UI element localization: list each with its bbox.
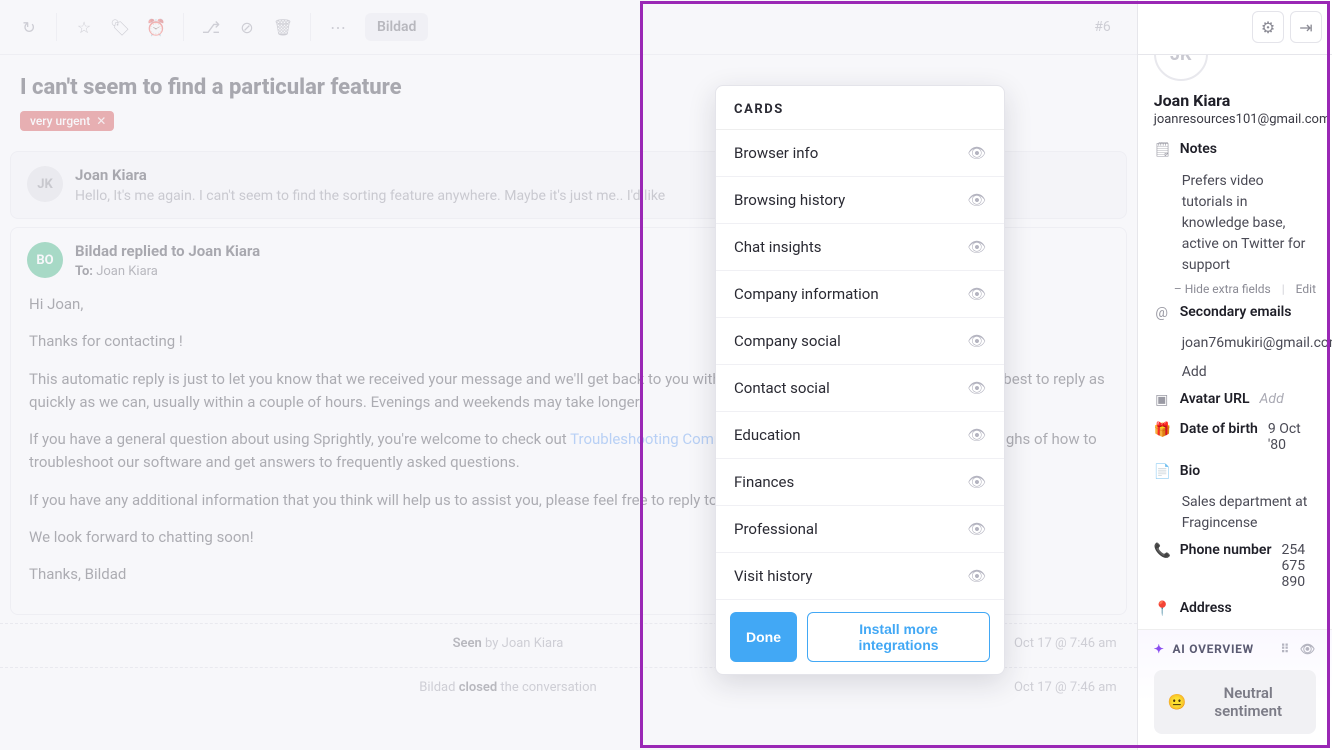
phone-label: Phone number — [1180, 542, 1272, 558]
reply-to-line: To: Joan Kiara — [75, 264, 260, 279]
secondary-emails-label: Secondary emails — [1180, 304, 1292, 320]
branch-icon[interactable]: ⎇ — [202, 18, 220, 36]
contact-email[interactable]: joanresources101@gmail.com — [1154, 112, 1316, 127]
cards-item[interactable]: Finances 👁 — [716, 459, 1004, 506]
eye-icon[interactable]: 👁 — [968, 238, 986, 256]
notes-value: Prefers video tutorials in knowledge bas… — [1182, 171, 1316, 276]
snooze-icon[interactable]: ⏰ — [147, 18, 165, 36]
cards-item-label: Browsing history — [734, 191, 845, 209]
install-integrations-button[interactable]: Install more integrations — [807, 612, 990, 662]
done-button[interactable]: Done — [730, 612, 797, 662]
ai-overview-title: AI OVERVIEW — [1172, 642, 1253, 656]
gift-icon: 🎁 — [1154, 421, 1170, 441]
cards-item[interactable]: Professional 👁 — [716, 506, 1004, 553]
expand-icon[interactable]: ⇥ — [1290, 11, 1322, 43]
contact-name: Joan Kiara — [1154, 91, 1316, 110]
reply-headline: Bildad replied to Joan Kiara — [75, 242, 260, 260]
star-icon[interactable]: ☆ — [75, 18, 93, 36]
eye-icon[interactable]: 👁 — [968, 332, 986, 350]
cards-item[interactable]: Chat insights 👁 — [716, 224, 1004, 271]
ticket-number: #6 — [1094, 19, 1111, 35]
address-label: Address — [1180, 600, 1232, 616]
eye-icon[interactable]: 👁 — [968, 473, 986, 491]
priority-tag-label: very urgent — [30, 114, 90, 128]
close-icon[interactable]: ✕ — [96, 114, 106, 128]
cards-item-label: Browser info — [734, 144, 818, 162]
eye-icon[interactable]: 👁 — [968, 426, 986, 444]
ai-overview-card: ✦ AI OVERVIEW ⠿ 👁 😐 Neutral sentiment — [1138, 629, 1332, 750]
notes-icon: 🗒 — [1154, 141, 1170, 161]
edit-contact[interactable]: Edit — [1296, 282, 1316, 296]
cards-item-label: Chat insights — [734, 238, 821, 256]
avatar: BO — [27, 242, 63, 278]
divider — [56, 13, 57, 41]
cards-item[interactable]: Browsing history 👁 — [716, 177, 1004, 224]
cards-item-label: Company social — [734, 332, 841, 350]
phone-value: 254 675 890 — [1282, 542, 1317, 590]
event-time: Oct 17 @ 7:46 am — [1014, 680, 1117, 695]
assignee-button[interactable]: Bildad — [365, 13, 428, 41]
image-icon: ▣ — [1154, 391, 1170, 411]
at-icon: @ — [1154, 304, 1170, 324]
divider — [310, 13, 311, 41]
cards-item[interactable]: Company social 👁 — [716, 318, 1004, 365]
cards-item[interactable]: Education 👁 — [716, 412, 1004, 459]
tag-icon[interactable]: 🏷 — [111, 18, 129, 36]
bio-value: Sales department at Fragincense — [1182, 492, 1316, 534]
contact-avatar: JK — [1154, 55, 1208, 81]
message-preview: Hello, It's me again. I can't seem to fi… — [75, 188, 665, 204]
cards-item-label: Visit history — [734, 567, 813, 585]
seen-time: Oct 17 @ 7:46 am — [1014, 636, 1117, 651]
dob-label: Date of birth — [1180, 421, 1258, 437]
notes-label: Notes — [1180, 141, 1217, 157]
sentiment-pill: 😐 Neutral sentiment — [1154, 670, 1316, 734]
eye-icon[interactable]: 👁 — [968, 144, 986, 162]
add-secondary-email[interactable]: Add — [1182, 364, 1207, 380]
trash-icon[interactable]: 🗑 — [274, 18, 292, 36]
cards-item-label: Professional — [734, 520, 818, 538]
conversation-toolbar: ↻ ☆ 🏷 ⏰ ⎇ ⊘ 🗑 ⋯ Bildad #6 — [0, 0, 1137, 55]
hide-extra-fields[interactable]: – Hide extra fields — [1174, 282, 1271, 296]
cards-item[interactable]: Company information 👁 — [716, 271, 1004, 318]
eye-icon[interactable]: 👁 — [968, 285, 986, 303]
hide-icon[interactable]: 👁 — [1300, 642, 1316, 656]
contact-sidebar: ⚙ ⇥ JK Joan Kiara joanresources101@gmail… — [1137, 0, 1332, 750]
sparkle-icon: ✦ — [1154, 642, 1165, 656]
cards-item-label: Contact social — [734, 379, 830, 397]
divider — [183, 13, 184, 41]
spam-icon[interactable]: ⊘ — [238, 18, 256, 36]
priority-tag[interactable]: very urgent ✕ — [20, 111, 114, 131]
drag-handle-icon[interactable]: ⠿ — [1281, 642, 1291, 656]
phone-icon: 📞 — [1154, 542, 1170, 562]
more-icon[interactable]: ⋯ — [329, 18, 347, 36]
eye-icon[interactable]: 👁 — [968, 191, 986, 209]
cards-modal-title: CARDS — [716, 86, 1004, 130]
bio-label: Bio — [1180, 463, 1200, 479]
eye-icon[interactable]: 👁 — [968, 379, 986, 397]
avatar: JK — [27, 166, 63, 202]
secondary-email-value: joan76mukiri@gmail.com — [1182, 333, 1316, 354]
refresh-icon[interactable]: ↻ — [20, 18, 38, 36]
eye-icon[interactable]: 👁 — [968, 520, 986, 538]
settings-icon[interactable]: ⚙ — [1252, 11, 1284, 43]
pin-icon: 📍 — [1154, 600, 1170, 620]
cards-item-label: Company information — [734, 285, 879, 303]
doc-icon: 📄 — [1154, 463, 1170, 483]
cards-modal: CARDS Browser info👁Browsing history👁Chat… — [715, 85, 1005, 675]
cards-item[interactable]: Browser info 👁 — [716, 130, 1004, 177]
cards-item-label: Education — [734, 426, 801, 444]
neutral-face-icon: 😐 — [1168, 693, 1187, 711]
sender-name: Joan Kiara — [75, 166, 665, 184]
dob-value: 9 Oct '80 — [1268, 421, 1316, 453]
cards-item-label: Finances — [734, 473, 794, 491]
cards-item[interactable]: Visit history 👁 — [716, 553, 1004, 600]
eye-icon[interactable]: 👁 — [968, 567, 986, 585]
add-avatar-url[interactable]: Add — [1260, 391, 1284, 407]
cards-item[interactable]: Contact social 👁 — [716, 365, 1004, 412]
avatar-url-label: Avatar URL — [1180, 391, 1250, 407]
